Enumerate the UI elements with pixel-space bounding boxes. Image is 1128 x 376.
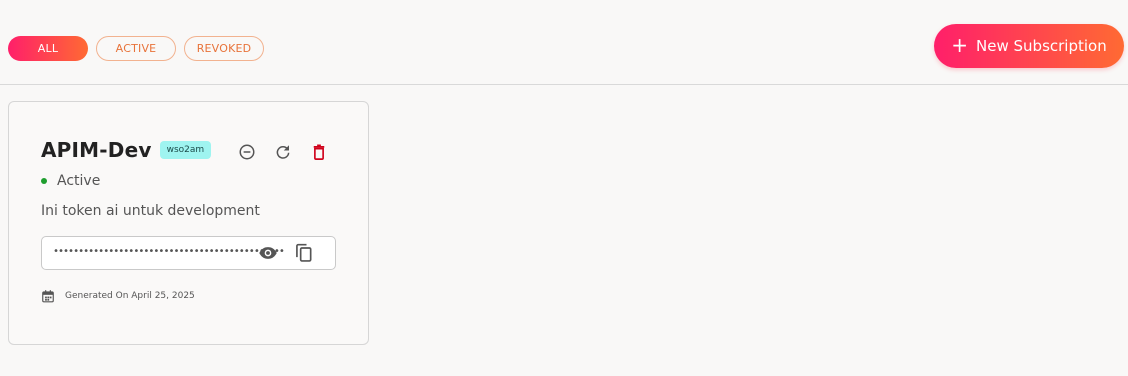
plus-icon: + [951,33,969,57]
filter-revoked-chip[interactable]: REVOKED [184,36,264,61]
provider-badge: wso2am [159,141,212,159]
revoke-button[interactable] [237,142,257,162]
subscription-description: Ini token ai untuk development [41,203,260,219]
card-header: APIM-Dev wso2am [41,138,212,162]
show-token-button[interactable] [258,243,278,263]
calendar-icon [42,290,54,303]
card-actions [237,142,329,162]
new-subscription-button[interactable]: + New Subscription [934,24,1124,68]
token-value: ••••••••••••••••••••••••••••••••••••••••… [53,246,285,257]
new-subscription-label: New Subscription [976,37,1107,55]
revoke-icon [239,144,255,160]
generated-info: Generated On April 25, 2025 [41,289,195,303]
eye-icon [259,247,277,259]
filter-active-chip[interactable]: ACTIVE [96,36,176,61]
subscription-card: APIM-Dev wso2am Active Ini token ai untu… [8,101,369,345]
status-text: Active [57,173,101,189]
generated-date-text: Generated On April 25, 2025 [65,291,195,301]
copy-token-button[interactable] [294,243,314,263]
subscription-title: APIM-Dev [41,138,152,162]
delete-button[interactable] [309,142,329,162]
filter-toolbar: ALL ACTIVE REVOKED + New Subscription [0,0,1128,85]
filter-all-chip[interactable]: ALL [8,36,88,61]
token-actions [258,243,314,263]
status-indicator: Active [41,173,100,189]
token-field[interactable]: ••••••••••••••••••••••••••••••••••••••••… [41,236,336,270]
filter-chips: ALL ACTIVE REVOKED [8,36,264,61]
refresh-button[interactable] [273,142,293,162]
status-dot [41,178,47,184]
refresh-icon [276,145,290,159]
copy-icon [296,243,312,262]
delete-icon [313,144,325,160]
